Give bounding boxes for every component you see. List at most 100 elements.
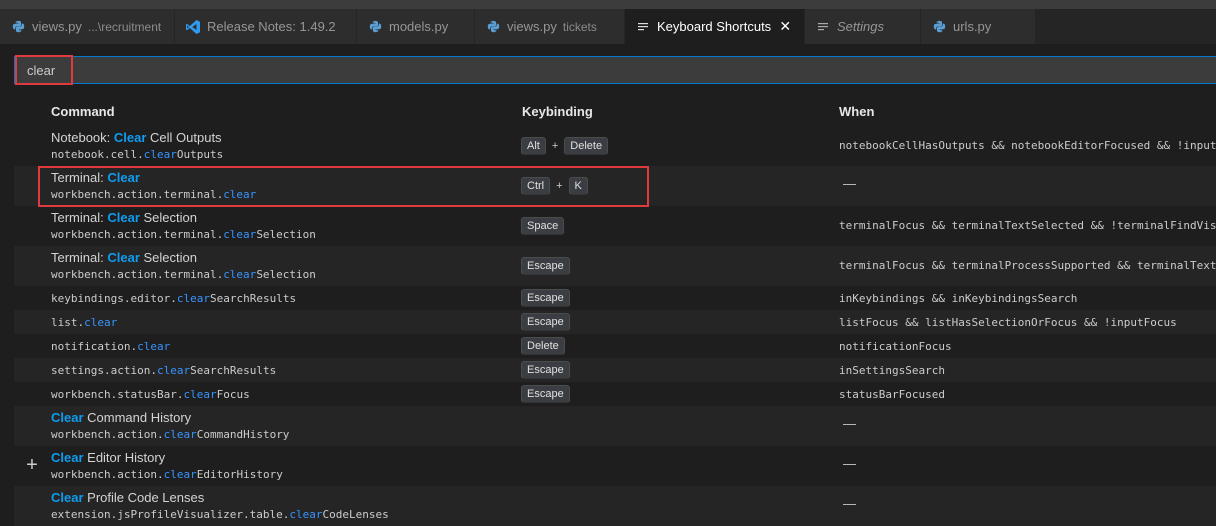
- text-segment: EditorHistory: [196, 468, 283, 481]
- keybinding: Escape: [521, 313, 570, 331]
- title-bar-strip: [0, 0, 1216, 9]
- keybindings-table: Command Keybinding When Notebook: Clear …: [14, 96, 1216, 526]
- table-row[interactable]: Clear Editor History workbench.action.cle…: [14, 446, 1216, 486]
- when-clause: —: [843, 416, 856, 431]
- match-highlight: Clear: [51, 410, 84, 425]
- table-row[interactable]: notification.clear Delete notificationFocu…: [14, 334, 1216, 358]
- command-title: Terminal: Clear Selection: [51, 210, 197, 225]
- keycap: Escape: [521, 361, 570, 379]
- text-segment: Outputs: [176, 148, 224, 161]
- tab-label: Keyboard Shortcuts: [657, 19, 772, 34]
- python-icon: [367, 19, 383, 35]
- text-segment: Terminal:: [51, 210, 108, 225]
- tab-urls-py[interactable]: urls.py: [921, 9, 1036, 44]
- keycap: Ctrl: [521, 177, 551, 195]
- when-clause: —: [843, 176, 856, 191]
- tab-label: views.py: [507, 19, 557, 34]
- tab-label: urls.py: [953, 19, 992, 34]
- tab-settings[interactable]: Settings: [805, 9, 921, 44]
- text-segment: Selection: [256, 268, 316, 281]
- when-clause: notebookCellHasOutputs && notebookEditor…: [839, 139, 1216, 152]
- when-clause: notificationFocus: [839, 340, 952, 353]
- text-segment: notebook.cell.: [51, 148, 144, 161]
- keybinding: Delete: [521, 337, 565, 355]
- text-segment: Cell Outputs: [146, 130, 222, 145]
- tab-views-py[interactable]: views.py ...\recruitment: [0, 9, 175, 44]
- command-id: notebook.cell.clearOutputs: [51, 148, 223, 161]
- command-id: settings.action.clearSearchResults: [51, 364, 276, 377]
- command-id: extension.jsProfileVisualizer.table.clea…: [51, 508, 389, 521]
- table-row[interactable]: Terminal: Clear Selection workbench.actio…: [14, 246, 1216, 286]
- match-highlight: clear: [84, 316, 118, 329]
- tab-views-py[interactable]: views.py tickets: [475, 9, 625, 44]
- command-id: workbench.action.terminal.clearSelection: [51, 228, 316, 241]
- text-segment: Selection: [256, 228, 316, 241]
- match-highlight: clear: [163, 468, 197, 481]
- command-title: Clear Profile Code Lenses: [51, 490, 204, 505]
- match-highlight: clear: [183, 388, 217, 401]
- editor-tab-bar: views.py ...\recruitment Release Notes: 1.…: [0, 9, 1216, 44]
- match-highlight: clear: [223, 228, 257, 241]
- settings-list-icon: [815, 19, 831, 35]
- close-icon[interactable]: ✕: [777, 18, 793, 35]
- when-clause: statusBarFocused: [839, 388, 945, 401]
- keycap: Delete: [521, 337, 565, 355]
- text-segment: workbench.statusBar.: [51, 388, 184, 401]
- text-segment: list.: [51, 316, 85, 329]
- header-keybinding: Keybinding: [522, 104, 593, 119]
- table-row[interactable]: Clear Command History workbench.action.cl…: [14, 406, 1216, 446]
- text-segment: settings.action.: [51, 364, 157, 377]
- tab-models-py[interactable]: models.py: [357, 9, 475, 44]
- text-segment: CommandHistory: [196, 428, 290, 441]
- text-segment: Selection: [139, 210, 197, 225]
- tab-release-notes-1-49-2[interactable]: Release Notes: 1.49.2: [175, 9, 357, 44]
- keycap: Escape: [521, 289, 570, 307]
- text-segment: workbench.action.terminal.: [51, 228, 224, 241]
- match-highlight: Clear: [107, 170, 140, 185]
- table-row[interactable]: Terminal: Clear workbench.action.terminal…: [14, 166, 1216, 206]
- table-header: Command Keybinding When: [14, 96, 1216, 126]
- match-highlight: clear: [223, 268, 257, 281]
- text-segment: CodeLenses: [322, 508, 389, 521]
- command-title: Clear Command History: [51, 410, 191, 425]
- tab-description: ...\recruitment: [87, 19, 162, 34]
- keybinding: Escape: [521, 289, 570, 307]
- keycap: Escape: [521, 313, 570, 331]
- keybinding: Escape: [521, 257, 570, 275]
- search-input[interactable]: [25, 57, 629, 83]
- python-icon: [485, 19, 501, 35]
- command-id: keybindings.editor.clearSearchResults: [51, 292, 296, 305]
- table-row[interactable]: Terminal: Clear Selection workbench.actio…: [14, 206, 1216, 246]
- text-segment: workbench.action.terminal.: [51, 188, 224, 201]
- table-row[interactable]: workbench.statusBar.clearFocus Escape stat…: [14, 382, 1216, 406]
- keycap: Alt: [521, 137, 546, 155]
- table-row[interactable]: Clear Profile Code Lenses extension.jsPro…: [14, 486, 1216, 526]
- table-row[interactable]: keybindings.editor.clearSearchResults Esc…: [14, 286, 1216, 310]
- tab-label: Settings: [837, 19, 884, 34]
- keycap: Delete: [564, 137, 609, 155]
- match-highlight: Clear: [107, 210, 140, 225]
- text-segment: Terminal:: [51, 250, 108, 265]
- table-row[interactable]: list.clear Escape listFocus && listHasSele…: [14, 310, 1216, 334]
- tab-description: tickets: [562, 19, 597, 34]
- text-segment: workbench.action.: [51, 428, 164, 441]
- match-highlight: clear: [137, 340, 171, 353]
- add-keybinding-icon[interactable]: +: [22, 455, 42, 475]
- table-row[interactable]: Notebook: Clear Cell Outputs notebook.cel…: [14, 126, 1216, 166]
- keycap: Escape: [521, 385, 570, 403]
- match-highlight: clear: [176, 292, 210, 305]
- keybindings-search-box[interactable]: [14, 56, 1216, 84]
- keybinding: Escape: [521, 361, 570, 379]
- key-separator: +: [551, 140, 559, 152]
- tab-keyboard-shortcuts[interactable]: Keyboard Shortcuts ✕: [625, 9, 805, 44]
- text-segment: notification.: [51, 340, 138, 353]
- command-title: Clear Editor History: [51, 450, 165, 465]
- text-segment: Editor History: [83, 450, 166, 465]
- text-segment: SearchResults: [190, 364, 277, 377]
- command-title: Terminal: Clear Selection: [51, 250, 197, 265]
- table-row[interactable]: settings.action.clearSearchResults Escape…: [14, 358, 1216, 382]
- command-id: notification.clear: [51, 340, 170, 353]
- keybinding: Alt + Delete: [521, 137, 609, 155]
- text-segment: Profile Code Lenses: [83, 490, 205, 505]
- match-highlight: Clear: [107, 250, 140, 265]
